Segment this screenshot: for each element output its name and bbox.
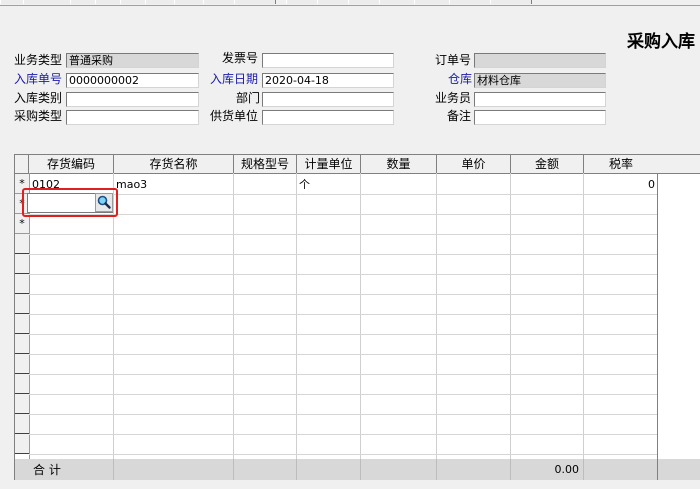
receipt-no-label: 入库单号 <box>14 72 63 86</box>
row-marker[interactable] <box>15 294 29 314</box>
grid-line <box>29 354 657 355</box>
row-marker[interactable] <box>15 394 29 414</box>
order-no-field[interactable] <box>474 53 606 68</box>
toolbar-button[interactable] <box>317 0 349 4</box>
grid-line <box>29 274 657 275</box>
total-row: 合 计 0.00 <box>15 459 700 480</box>
toolbar-button[interactable] <box>0 0 24 4</box>
toolbar-button[interactable] <box>414 0 450 4</box>
grid-line <box>29 214 657 215</box>
receipt-date-field[interactable]: 2020-04-18 <box>262 73 394 88</box>
business-type-label: 业务类型 <box>14 53 63 67</box>
row-marker[interactable] <box>15 254 29 274</box>
remark-label: 备注 <box>447 109 472 123</box>
column-header[interactable]: 数量 <box>361 155 437 173</box>
toolbar-button[interactable] <box>449 0 491 4</box>
row-marker[interactable] <box>15 314 29 334</box>
department-label: 部门 <box>236 91 261 105</box>
purchase-type-field[interactable] <box>66 110 199 125</box>
grid-line <box>29 194 657 195</box>
grid-line <box>29 254 657 255</box>
supplier-label: 供货单位 <box>210 109 259 123</box>
row-marker[interactable] <box>15 434 29 454</box>
toolbar-button[interactable] <box>379 0 415 4</box>
supplier-field[interactable] <box>262 110 394 125</box>
toolbar-button[interactable] <box>348 0 380 4</box>
page-title: 采购入库 <box>627 32 695 52</box>
toolbar-button[interactable] <box>234 0 276 4</box>
total-label: 合 计 <box>33 463 61 477</box>
toolbar-button[interactable] <box>490 0 532 4</box>
total-amount: 0.00 <box>554 463 580 476</box>
department-field[interactable] <box>262 92 394 107</box>
column-header[interactable]: 规格型号 <box>234 155 297 173</box>
grid-header: 存货编码 存货名称 规格型号 计量单位 数量 单价 金额 税率 <box>15 155 700 174</box>
column-header[interactable]: 单价 <box>437 155 511 173</box>
row-marker[interactable] <box>15 334 29 354</box>
receipt-category-field[interactable] <box>66 92 199 107</box>
grid-line <box>29 434 657 435</box>
column-header[interactable]: 存货编码 <box>29 155 114 173</box>
salesperson-field[interactable] <box>474 92 606 107</box>
toolbar-button[interactable] <box>120 0 146 4</box>
column-header[interactable]: 计量单位 <box>297 155 361 173</box>
toolbar-button[interactable] <box>70 0 96 4</box>
row-marker[interactable]: * <box>15 214 29 234</box>
toolbar-button[interactable] <box>286 0 318 4</box>
row-marker[interactable] <box>15 354 29 374</box>
salesperson-label: 业务员 <box>435 91 472 105</box>
toolbar-button[interactable] <box>23 0 71 4</box>
row-marker[interactable] <box>15 274 29 294</box>
business-type-field[interactable]: 普通采购 <box>66 53 199 68</box>
receipt-category-label: 入库类别 <box>14 91 63 105</box>
receipt-no-field[interactable]: 0000000002 <box>66 73 199 88</box>
column-header[interactable]: 存货名称 <box>114 155 234 173</box>
header-corner <box>15 155 29 173</box>
toolbar-button[interactable] <box>174 0 204 4</box>
grid-line <box>29 374 657 375</box>
toolbar-button[interactable] <box>203 0 235 4</box>
order-no-label: 订单号 <box>435 53 472 67</box>
column-header[interactable]: 金额 <box>511 155 584 173</box>
grid-line <box>29 334 657 335</box>
cell-tax-rate[interactable]: 0 <box>585 178 655 192</box>
toolbar-button[interactable] <box>95 0 121 4</box>
warehouse-label: 仓库 <box>448 72 473 86</box>
row-marker[interactable] <box>15 234 29 254</box>
cell-unit[interactable]: 个 <box>299 178 310 192</box>
toolbar <box>0 0 700 6</box>
grid-line <box>29 294 657 295</box>
receipt-date-label: 入库日期 <box>210 72 259 86</box>
grid-line <box>29 454 657 455</box>
grid-line <box>29 414 657 415</box>
grid-line <box>29 234 657 235</box>
toolbar-button[interactable] <box>145 0 175 4</box>
warehouse-field[interactable]: 材料仓库 <box>474 73 606 88</box>
column-header[interactable]: 税率 <box>584 155 658 173</box>
cell-item-name[interactable]: mao3 <box>116 178 147 192</box>
grid-line <box>29 314 657 315</box>
invoice-no-field[interactable] <box>262 53 394 68</box>
row-marker[interactable] <box>15 414 29 434</box>
invoice-no-label: 发票号 <box>222 51 259 65</box>
row-marker[interactable] <box>15 374 29 394</box>
highlight-box <box>22 188 118 217</box>
purchase-type-label: 采购类型 <box>14 109 63 123</box>
remark-field[interactable] <box>474 110 606 125</box>
grid-line <box>29 394 657 395</box>
grid-line <box>657 173 658 480</box>
